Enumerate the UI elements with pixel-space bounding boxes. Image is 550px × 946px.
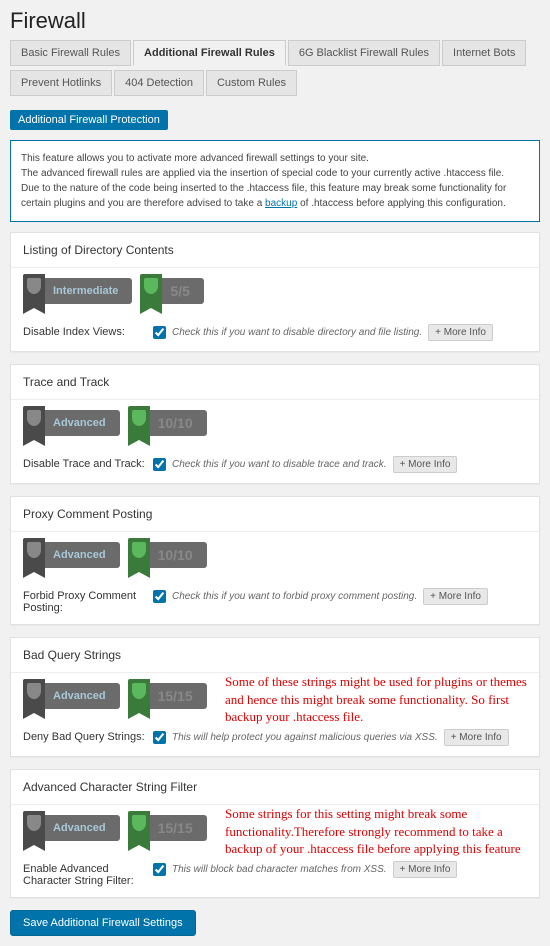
- setting-label: Disable Index Views:: [23, 324, 153, 338]
- info-line: Due to the nature of the code being inse…: [21, 181, 529, 211]
- badges: Advanced 15/15 Some strings for this set…: [11, 805, 539, 851]
- panel-title: Listing of Directory Contents: [11, 233, 539, 268]
- panel-4: Advanced Character String Filter Advance…: [10, 769, 540, 898]
- tab-additional-firewall-rules[interactable]: Additional Firewall Rules: [133, 40, 286, 66]
- page-title: Firewall: [0, 0, 550, 40]
- level-text: Intermediate: [45, 285, 132, 297]
- score-text: 10/10: [150, 547, 207, 563]
- panel-title: Trace and Track: [11, 365, 539, 400]
- shield-icon: [23, 274, 45, 308]
- section-header: Additional Firewall Protection: [10, 110, 168, 130]
- tab-basic-firewall-rules[interactable]: Basic Firewall Rules: [10, 40, 131, 66]
- shield-icon: [128, 538, 150, 572]
- annotation: Some strings for this setting might brea…: [225, 805, 539, 858]
- setting-row: Disable Trace and Track: Check this if y…: [11, 446, 539, 483]
- level-badge: Advanced: [23, 542, 120, 568]
- setting-label: Disable Trace and Track:: [23, 456, 153, 470]
- info-line: This feature allows you to activate more…: [21, 151, 529, 166]
- shield-icon: [140, 274, 162, 308]
- score-text: 15/15: [150, 688, 207, 704]
- setting-row: Disable Index Views: Check this if you w…: [11, 314, 539, 351]
- more-info-button[interactable]: + More Info: [444, 729, 509, 746]
- panel-title: Proxy Comment Posting: [11, 497, 539, 532]
- backup-link[interactable]: backup: [265, 198, 297, 209]
- level-badge: Intermediate: [23, 278, 132, 304]
- score-text: 5/5: [162, 283, 203, 299]
- setting-desc: Check this if you want to disable trace …: [172, 459, 387, 470]
- score-badge: 5/5: [140, 278, 203, 304]
- setting-checkbox[interactable]: [153, 731, 166, 744]
- badges: Intermediate 5/5: [11, 268, 539, 314]
- shield-icon: [23, 679, 45, 713]
- panel-3: Bad Query Strings Advanced 15/15 Some of…: [10, 637, 540, 757]
- tab-bar: Basic Firewall RulesAdditional Firewall …: [0, 40, 550, 100]
- more-info-button[interactable]: + More Info: [393, 456, 458, 473]
- level-text: Advanced: [45, 822, 120, 834]
- setting-checkbox[interactable]: [153, 458, 166, 471]
- panel-title: Bad Query Strings: [11, 638, 539, 673]
- shield-icon: [128, 811, 150, 845]
- badges: Advanced 10/10: [11, 532, 539, 578]
- badges: Advanced 10/10: [11, 400, 539, 446]
- level-text: Advanced: [45, 417, 120, 429]
- setting-row: Enable Advanced Character String Filter:…: [11, 851, 539, 897]
- setting-desc: Check this if you want to disable direct…: [172, 327, 422, 338]
- setting-checkbox[interactable]: [153, 590, 166, 603]
- score-badge: 15/15: [128, 815, 207, 841]
- setting-row: Forbid Proxy Comment Posting: Check this…: [11, 578, 539, 624]
- shield-icon: [23, 811, 45, 845]
- level-badge: Advanced: [23, 683, 120, 709]
- save-button[interactable]: Save Additional Firewall Settings: [10, 910, 196, 936]
- level-badge: Advanced: [23, 815, 120, 841]
- tab-6g-blacklist-firewall-rules[interactable]: 6G Blacklist Firewall Rules: [288, 40, 440, 66]
- setting-desc: Check this if you want to forbid proxy c…: [172, 591, 417, 602]
- tab-404-detection[interactable]: 404 Detection: [114, 70, 204, 96]
- shield-icon: [23, 538, 45, 572]
- more-info-button[interactable]: + More Info: [428, 324, 493, 341]
- annotation: Some of these strings might be used for …: [225, 673, 539, 726]
- setting-checkbox[interactable]: [153, 326, 166, 339]
- badges: Advanced 15/15 Some of these strings mig…: [11, 673, 539, 719]
- score-badge: 15/15: [128, 683, 207, 709]
- tab-custom-rules[interactable]: Custom Rules: [206, 70, 297, 96]
- panel-1: Trace and Track Advanced 10/10 Disable T…: [10, 364, 540, 484]
- tab-internet-bots[interactable]: Internet Bots: [442, 40, 526, 66]
- setting-checkbox[interactable]: [153, 863, 166, 876]
- setting-label: Enable Advanced Character String Filter:: [23, 861, 153, 887]
- panel-0: Listing of Directory Contents Intermedia…: [10, 232, 540, 352]
- score-text: 10/10: [150, 415, 207, 431]
- more-info-button[interactable]: + More Info: [393, 861, 458, 878]
- info-box: This feature allows you to activate more…: [10, 140, 540, 222]
- more-info-button[interactable]: + More Info: [423, 588, 488, 605]
- score-badge: 10/10: [128, 542, 207, 568]
- shield-icon: [23, 406, 45, 440]
- tab-prevent-hotlinks[interactable]: Prevent Hotlinks: [10, 70, 112, 96]
- setting-desc: This will help protect you against malic…: [172, 732, 438, 743]
- score-text: 15/15: [150, 820, 207, 836]
- panel-2: Proxy Comment Posting Advanced 10/10 For…: [10, 496, 540, 625]
- shield-icon: [128, 679, 150, 713]
- shield-icon: [128, 406, 150, 440]
- setting-label: Deny Bad Query Strings:: [23, 729, 153, 743]
- level-badge: Advanced: [23, 410, 120, 436]
- info-line: The advanced firewall rules are applied …: [21, 166, 529, 181]
- level-text: Advanced: [45, 549, 120, 561]
- setting-desc: This will block bad character matches fr…: [172, 864, 387, 875]
- panel-title: Advanced Character String Filter: [11, 770, 539, 805]
- score-badge: 10/10: [128, 410, 207, 436]
- level-text: Advanced: [45, 690, 120, 702]
- setting-label: Forbid Proxy Comment Posting:: [23, 588, 153, 614]
